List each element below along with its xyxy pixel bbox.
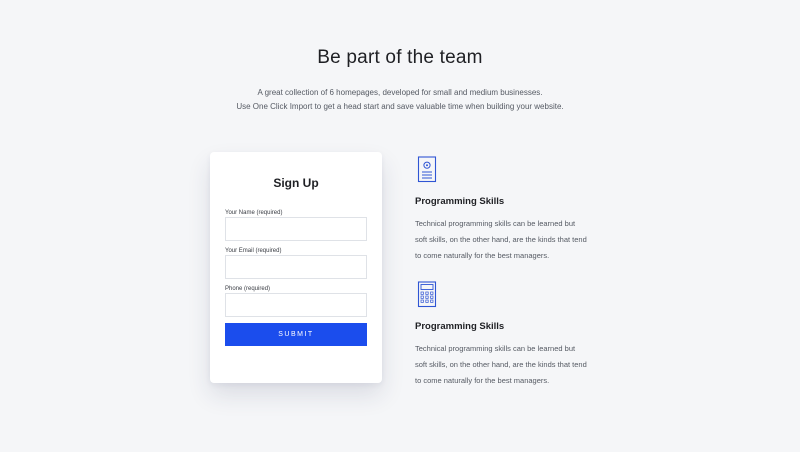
feature-desc-line-1: Technical programming skills can be lear…	[415, 344, 576, 353]
section-subtitle-line-1: A great collection of 6 homepages, devel…	[257, 88, 543, 97]
name-field[interactable]	[225, 217, 367, 241]
feature-desc-line-1: Technical programming skills can be lear…	[415, 219, 576, 228]
phone-field[interactable]	[225, 293, 367, 317]
calculator-icon	[417, 281, 437, 308]
signup-card: Sign Up Your Name (required) Your Email …	[210, 152, 382, 383]
feature-desc-line-2: soft skills, on the other hand, are the …	[415, 235, 587, 244]
section-subtitle-line-2: Use One Click Import to get a head start…	[236, 102, 564, 111]
submit-button[interactable]: SUBMIT	[225, 323, 367, 346]
phone-label: Phone (required)	[225, 286, 271, 292]
name-label: Your Name (required)	[225, 210, 283, 216]
feature-title: Programming Skills	[415, 196, 505, 207]
section-title: Be part of the team	[317, 47, 483, 68]
feature-desc-line-3: to come naturally for the best managers.	[415, 251, 550, 260]
signup-title: Sign Up	[273, 176, 319, 190]
feature-title: Programming Skills	[415, 321, 505, 332]
id-card-icon	[417, 156, 437, 183]
email-field[interactable]	[225, 255, 367, 279]
feature-desc-line-2: soft skills, on the other hand, are the …	[415, 360, 587, 369]
feature-desc-line-3: to come naturally for the best managers.	[415, 376, 550, 385]
page: Be part of the team A great collection o…	[0, 0, 800, 452]
email-label: Your Email (required)	[225, 248, 282, 254]
